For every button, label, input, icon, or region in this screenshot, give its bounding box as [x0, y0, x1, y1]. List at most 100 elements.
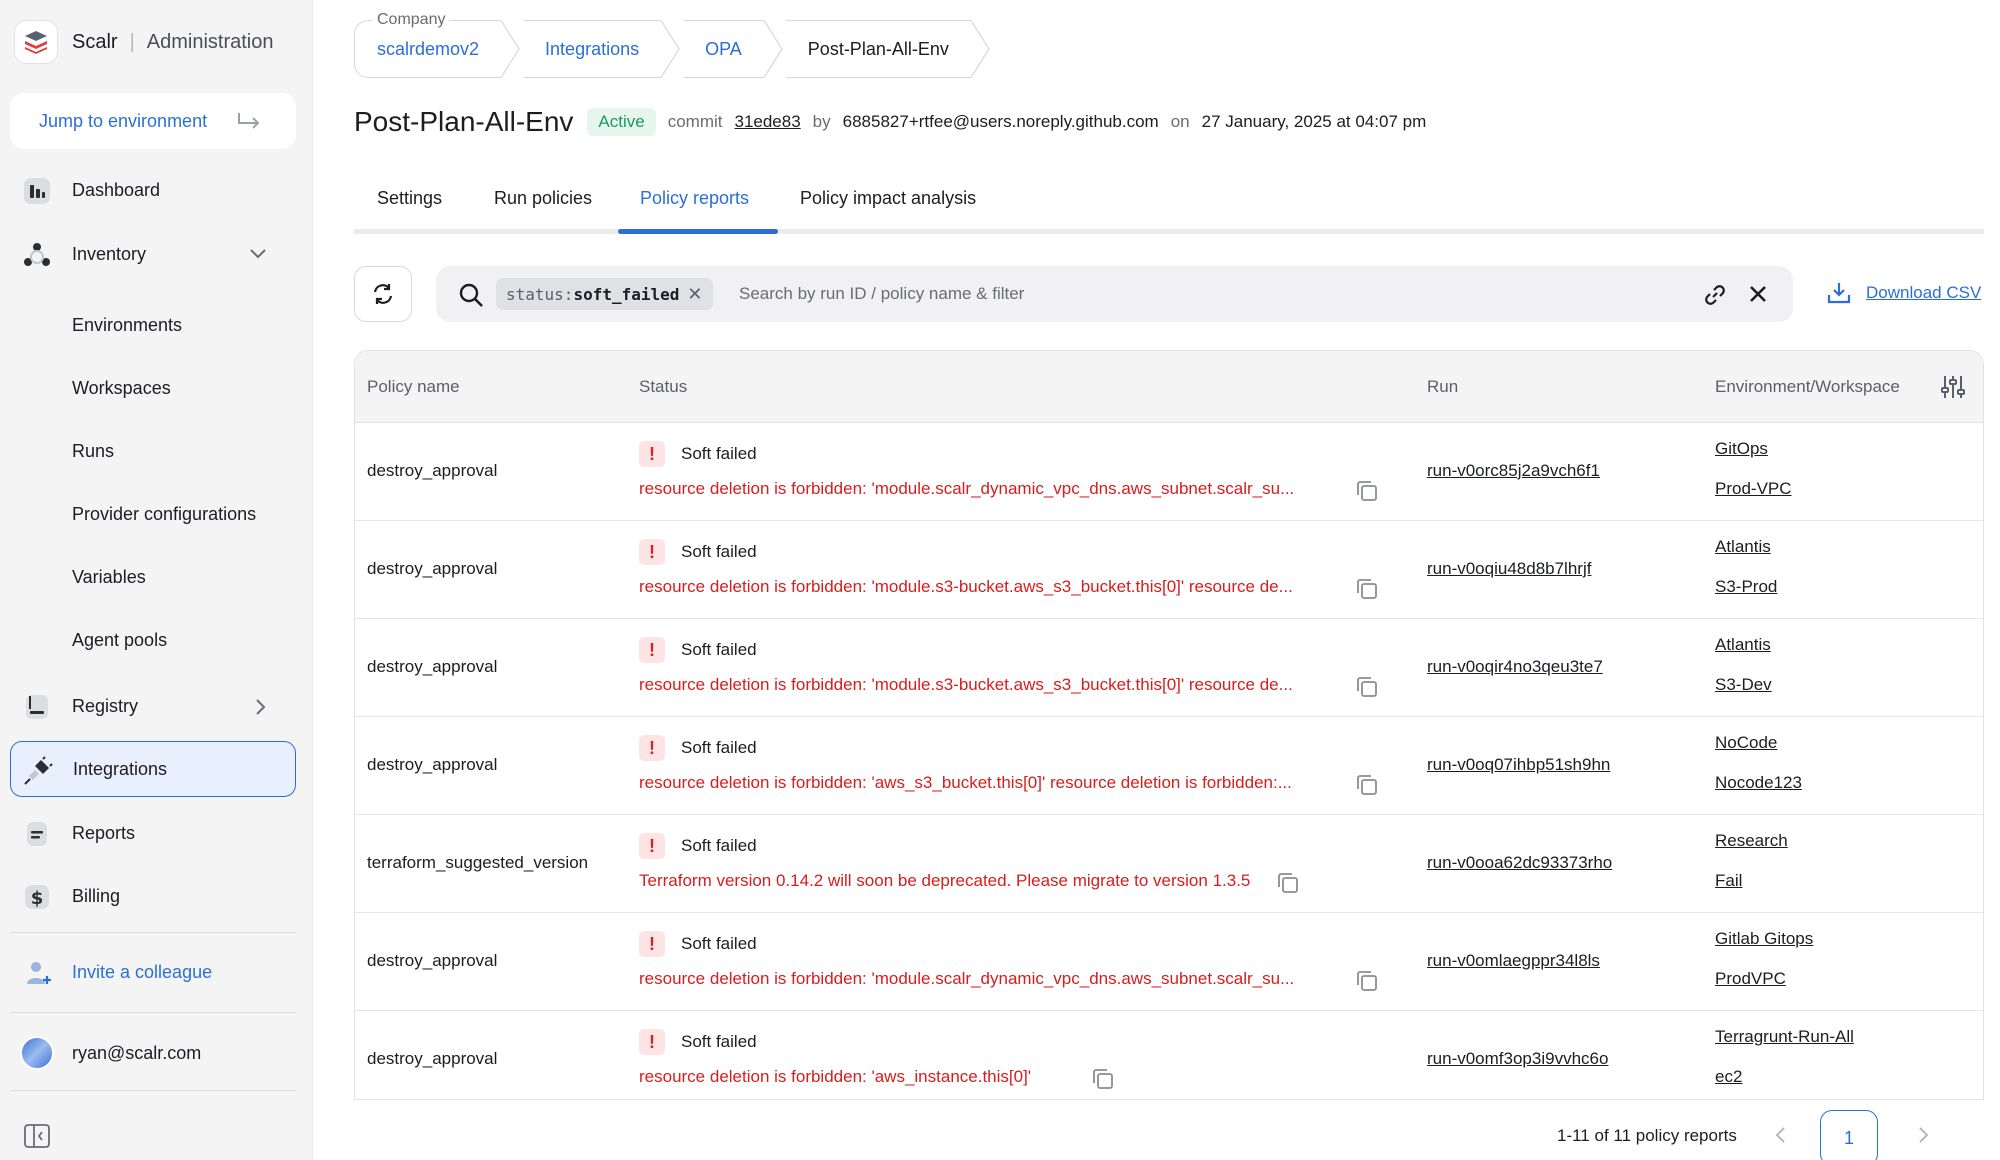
run-link[interactable]: run-v0omlaegppr34l8ls	[1427, 951, 1600, 971]
tabs: Settings Run policies Policy reports Pol…	[354, 180, 1984, 234]
run-link[interactable]: run-v0oqir4no3qeu3te7	[1427, 657, 1603, 677]
chevron-left-icon[interactable]	[1772, 1124, 1790, 1146]
sidebar-item-agent-pools[interactable]: Agent pools	[72, 630, 167, 651]
tab-policy-reports[interactable]: Policy reports	[640, 188, 749, 209]
run-link[interactable]: run-v0oq07ihbp51sh9hn	[1427, 755, 1610, 775]
status-text: Soft failed	[681, 444, 757, 463]
remove-filter-icon[interactable]: ✕	[687, 284, 702, 305]
error-icon: !	[639, 931, 665, 957]
table-row: destroy_approval ! Soft failed resource …	[355, 717, 1983, 815]
search-input[interactable]	[739, 280, 1439, 308]
column-settings-icon[interactable]	[1939, 373, 1967, 401]
policy-name: destroy_approval	[367, 559, 498, 578]
reports-icon	[22, 819, 52, 849]
filter-key: status:	[506, 284, 574, 304]
page-number-button[interactable]: 1	[1820, 1110, 1878, 1160]
environment-link[interactable]: Terragrunt-Run-All	[1715, 1027, 1854, 1047]
sidebar-item-environments[interactable]: Environments	[72, 315, 182, 336]
brand[interactable]: Scalr | Administration	[14, 18, 274, 66]
filter-chip[interactable]: status: soft_failed ✕	[496, 278, 713, 310]
user-email: ryan@scalr.com	[72, 1043, 202, 1063]
environment-link[interactable]: Atlantis	[1715, 635, 1771, 655]
breadcrumb-item[interactable]: Integrations	[545, 39, 639, 60]
workspace-link[interactable]: ProdVPC	[1715, 969, 1786, 989]
sidebar-item-reports[interactable]: Reports	[10, 805, 296, 861]
copy-icon[interactable]	[1355, 479, 1379, 503]
environment-link[interactable]: NoCode	[1715, 733, 1777, 753]
breadcrumb-separator-icon	[763, 20, 783, 78]
sidebar-item-registry[interactable]: Registry	[10, 678, 296, 734]
breadcrumb-integrations[interactable]: Integrations	[523, 20, 662, 78]
environment-link[interactable]: Research	[1715, 831, 1788, 851]
tab-policy-impact-analysis[interactable]: Policy impact analysis	[800, 188, 976, 209]
policy-reports-table: Policy name Status Run Environment/Works…	[354, 350, 1984, 1100]
sidebar-item-runs[interactable]: Runs	[72, 441, 114, 462]
breadcrumb-end-icon	[970, 20, 990, 78]
user-menu[interactable]: ryan@scalr.com	[10, 1028, 296, 1078]
copy-icon[interactable]	[1355, 969, 1379, 993]
sidebar-item-label: Integrations	[73, 758, 168, 779]
refresh-button[interactable]	[354, 266, 412, 322]
breadcrumb-separator-icon	[501, 20, 520, 78]
copy-icon[interactable]	[1276, 871, 1300, 895]
error-icon: !	[639, 735, 665, 761]
sidebar-item-workspaces[interactable]: Workspaces	[72, 378, 171, 399]
commit-hash-link[interactable]: 31ede83	[734, 112, 800, 132]
active-tab-indicator	[618, 229, 778, 234]
workspace-link[interactable]: S3-Prod	[1715, 577, 1777, 597]
sidebar-item-inventory[interactable]: Inventory	[10, 226, 296, 282]
run-link[interactable]: run-v0omf3op3i9vvhc6o	[1427, 1049, 1608, 1069]
sidebar-item-billing[interactable]: $ Billing	[10, 868, 296, 924]
copy-icon[interactable]	[1355, 773, 1379, 797]
breadcrumb-item[interactable]: scalrdemov2	[377, 39, 479, 60]
status-message: resource deletion is forbidden: 'module.…	[639, 969, 1295, 988]
commit-date: 27 January, 2025 at 04:07 pm	[1201, 112, 1427, 131]
breadcrumb-item: Post-Plan-All-Env	[807, 38, 949, 59]
table-row: terraform_suggested_version ! Soft faile…	[355, 815, 1983, 913]
workspace-link[interactable]: ec2	[1715, 1067, 1742, 1087]
sidebar-item-dashboard[interactable]: Dashboard	[10, 162, 296, 218]
tab-settings[interactable]: Settings	[377, 188, 442, 209]
breadcrumb-current: Post-Plan-All-Env	[785, 20, 971, 78]
copy-icon[interactable]	[1355, 577, 1379, 601]
table-row: destroy_approval ! Soft failed resource …	[355, 619, 1983, 717]
copy-icon[interactable]	[1355, 675, 1379, 699]
column-header-run: Run	[1427, 377, 1459, 396]
link-icon[interactable]	[1703, 283, 1727, 307]
chevron-down-icon[interactable]	[248, 245, 268, 261]
workspace-link[interactable]: Nocode123	[1715, 773, 1802, 793]
jump-to-environment-button[interactable]: Jump to environment	[10, 93, 296, 149]
workspace-link[interactable]: S3-Dev	[1715, 675, 1772, 695]
breadcrumb-item[interactable]: OPA	[705, 39, 742, 60]
status-message: resource deletion is forbidden: 'module.…	[639, 577, 1293, 596]
sidebar-item-integrations[interactable]: Integrations	[10, 741, 296, 797]
run-link[interactable]: run-v0orc85j2a9vch6f1	[1427, 461, 1600, 481]
environment-link[interactable]: Atlantis	[1715, 537, 1771, 557]
copy-icon[interactable]	[1091, 1067, 1115, 1091]
workspace-link[interactable]: Prod-VPC	[1715, 479, 1792, 499]
collapse-sidebar-icon[interactable]	[24, 1124, 50, 1148]
run-link[interactable]: run-v0oqiu48d8b7lhrjf	[1427, 559, 1591, 579]
environment-link[interactable]: Gitlab Gitops	[1715, 929, 1813, 949]
commit-label: commit	[667, 112, 723, 131]
brand-separator: |	[129, 30, 135, 53]
workspace-link[interactable]: Fail	[1715, 871, 1742, 891]
inventory-icon	[22, 240, 52, 270]
environment-link[interactable]: GitOps	[1715, 439, 1768, 459]
breadcrumb-opa[interactable]: OPA	[683, 20, 764, 78]
tab-run-policies[interactable]: Run policies	[494, 188, 592, 209]
policy-name: destroy_approval	[367, 951, 498, 970]
close-icon[interactable]	[1747, 283, 1769, 305]
download-csv-button[interactable]: Download CSV	[1826, 280, 1981, 306]
sidebar-item-variables[interactable]: Variables	[72, 567, 146, 588]
breadcrumb-company[interactable]: Company scalrdemov2	[354, 11, 502, 78]
sidebar-divider	[10, 1090, 296, 1091]
download-csv-label: Download CSV	[1866, 283, 1982, 302]
run-link[interactable]: run-v0ooa62dc93373rho	[1427, 853, 1612, 873]
sidebar-item-provider-configurations[interactable]: Provider configurations	[72, 504, 256, 525]
status-message: resource deletion is forbidden: 'module.…	[639, 675, 1293, 694]
page-header: Post-Plan-All-Env Active commit 31ede83 …	[354, 102, 1426, 142]
chevron-right-icon[interactable]	[252, 697, 268, 717]
chevron-right-icon[interactable]	[1914, 1124, 1932, 1146]
invite-colleague-button[interactable]: Invite a colleague	[10, 948, 296, 998]
